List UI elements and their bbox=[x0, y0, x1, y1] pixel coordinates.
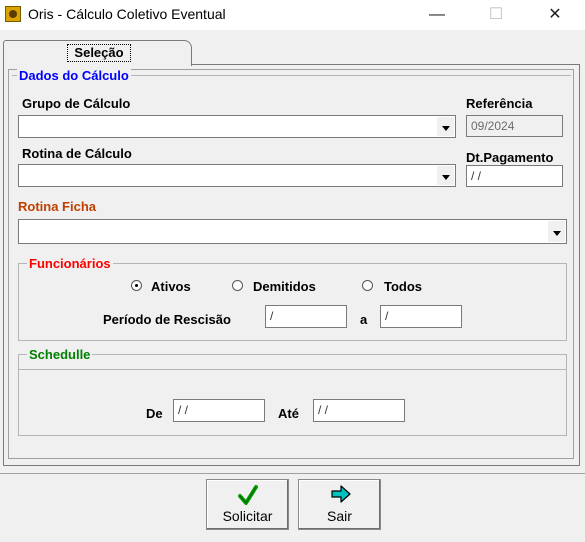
sair-label: Sair bbox=[327, 508, 352, 524]
schedulle-de-label: De bbox=[146, 406, 163, 421]
schedulle-de-field[interactable]: / / bbox=[173, 399, 265, 422]
window-title: Oris - Cálculo Coletivo Eventual bbox=[28, 6, 226, 22]
solicitar-label: Solicitar bbox=[222, 508, 273, 524]
radio-demitidos-label[interactable]: Demitidos bbox=[253, 279, 316, 294]
periodo-a-label: a bbox=[360, 312, 368, 327]
schedulle-ate-field[interactable]: / / bbox=[313, 399, 405, 422]
radio-ativos[interactable] bbox=[131, 280, 142, 291]
rotina-ficha-label: Rotina Ficha bbox=[18, 199, 97, 214]
minimize-button[interactable]: — bbox=[414, 0, 460, 30]
periodo-ate-field[interactable]: / bbox=[380, 305, 462, 328]
check-icon bbox=[238, 485, 258, 505]
periodo-rescisao-label: Período de Rescisão bbox=[103, 312, 231, 327]
rotina-calculo-combo[interactable] bbox=[18, 164, 456, 187]
grupo-calculo-combo[interactable] bbox=[18, 115, 456, 138]
radio-todos-label[interactable]: Todos bbox=[384, 279, 422, 294]
schedulle-group bbox=[18, 354, 567, 436]
tab-selecao-label[interactable]: Seleção bbox=[67, 44, 131, 62]
funcionarios-legend: Funcionários bbox=[27, 256, 113, 271]
schedulle-divider bbox=[18, 369, 567, 370]
referencia-field: 09/2024 bbox=[466, 115, 563, 137]
dt-pagamento-label: Dt.Pagamento bbox=[466, 150, 554, 165]
sair-button[interactable]: Sair bbox=[298, 479, 381, 530]
chevron-down-icon[interactable] bbox=[437, 117, 454, 136]
schedulle-legend: Schedulle bbox=[27, 347, 93, 362]
dados-calculo-legend: Dados do Cálculo bbox=[17, 68, 131, 83]
rotina-ficha-combo[interactable] bbox=[18, 219, 567, 244]
radio-ativos-label[interactable]: Ativos bbox=[151, 279, 191, 294]
app-icon bbox=[5, 6, 21, 22]
maximize-button[interactable]: ☐ bbox=[473, 0, 519, 30]
dt-pagamento-field[interactable]: / / bbox=[466, 165, 563, 187]
rotina-calculo-label: Rotina de Cálculo bbox=[22, 146, 132, 161]
chevron-down-icon[interactable] bbox=[437, 166, 454, 185]
chevron-down-icon[interactable] bbox=[548, 221, 565, 242]
radio-todos[interactable] bbox=[362, 280, 373, 291]
schedulle-ate-label: Até bbox=[278, 406, 299, 421]
periodo-de-field[interactable]: / bbox=[265, 305, 347, 328]
solicitar-button[interactable]: Solicitar bbox=[206, 479, 289, 530]
radio-demitidos[interactable] bbox=[232, 280, 243, 291]
close-button[interactable]: ✕ bbox=[532, 0, 578, 30]
footer-separator bbox=[0, 473, 585, 474]
arrow-right-icon bbox=[331, 485, 351, 503]
grupo-calculo-label: Grupo de Cálculo bbox=[22, 96, 131, 111]
referencia-label: Referência bbox=[466, 96, 533, 111]
funcionarios-group bbox=[18, 263, 567, 341]
